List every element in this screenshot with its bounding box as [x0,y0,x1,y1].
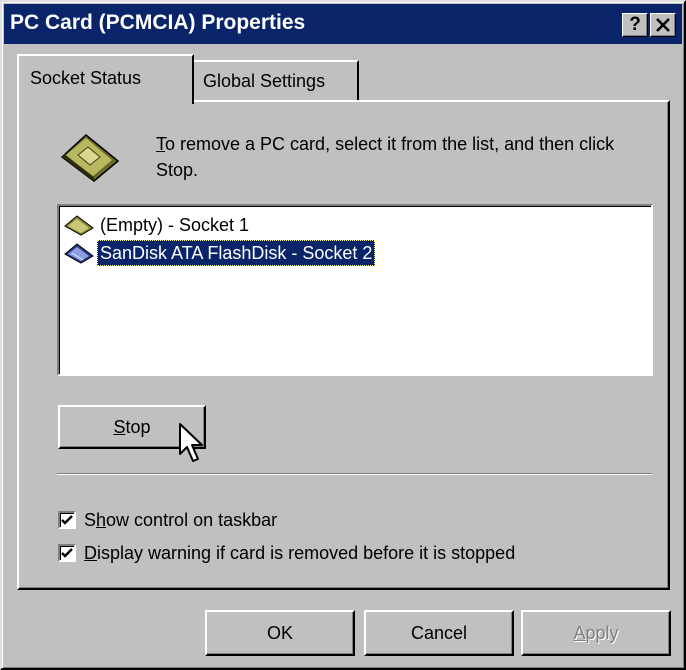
socket-listbox[interactable]: (Empty) - Socket 1 SanDisk ATA FlashDisk… [57,204,653,376]
option-1-rest: ow control on taskbar [106,510,278,530]
socket-1-label: (Empty) - Socket 1 [100,215,250,235]
empty-card-icon [64,215,94,236]
show-control-label: Show control on taskbar [84,506,277,534]
pc-card-icon [60,134,120,182]
mouse-cursor-icon [179,423,203,462]
separator-line [57,473,652,475]
help-button[interactable]: ? [622,13,648,37]
display-warning-label: Display warning if card is removed befor… [84,539,515,567]
tab-socket-status-label: Socket Status [30,68,142,88]
option-2-rest: isplay warning if card is removed before… [97,543,516,563]
apply-mnemonic: A [573,623,586,643]
checkmark-icon [61,548,73,558]
socket-2-label: SanDisk ATA FlashDisk - Socket 2 [97,240,376,266]
ok-button[interactable]: OK [205,610,355,656]
instruction-mnemonic: T [156,134,165,154]
option-1-mnemonic: h [96,510,107,530]
apply-label: pply [585,623,619,643]
option-1-prefix: S [84,510,97,530]
close-button[interactable] [650,13,676,37]
instruction-text: To remove a PC card, select it from the … [156,131,661,183]
option-2-mnemonic: D [84,543,97,563]
title-bar[interactable]: PC Card (PCMCIA) Properties ? [4,4,682,44]
window-title: PC Card (PCMCIA) Properties [10,11,306,34]
apply-button[interactable]: Apply [521,610,671,656]
tab-global-settings[interactable]: Global Settings [194,60,359,100]
tab-socket-status[interactable]: Socket Status [17,54,194,104]
tab-global-settings-label: Global Settings [203,71,326,91]
show-control-checkbox[interactable] [58,511,76,529]
stop-label: top [125,417,151,437]
flash-card-icon [64,243,94,264]
stop-mnemonic: S [113,417,126,437]
close-icon [656,18,670,32]
instruction-body: o remove a PC card, select it from the l… [156,134,615,180]
cancel-button[interactable]: Cancel [364,610,514,656]
checkmark-icon [61,515,73,525]
display-warning-checkbox[interactable] [58,544,76,562]
